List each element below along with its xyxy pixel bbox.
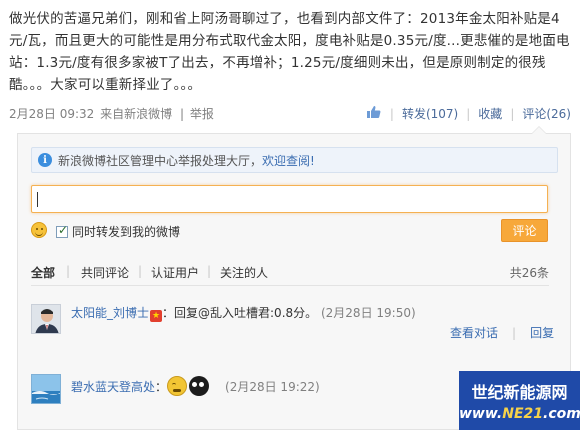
filter-divider: | — [66, 264, 71, 278]
view-thread-link[interactable]: 查看对话 — [450, 326, 498, 340]
post-meta-left: 2月28日 09:32 来自新浪微博 | 举报 — [9, 105, 214, 122]
commenter-name[interactable]: 碧水蓝天登高处 — [71, 378, 155, 395]
favorite-link[interactable]: 收藏 — [478, 105, 502, 122]
like-thumb-icon[interactable] — [366, 105, 382, 122]
info-icon: i — [38, 153, 52, 167]
meta-separator: | — [179, 107, 185, 121]
filter-divider: | — [207, 264, 212, 278]
comment-text: ：回复@乱入吐槽君:0.8分。 — [162, 306, 318, 320]
comment-item: 碧水蓝天登高处 ： (2月28日 19:22) — [71, 376, 320, 396]
text-caret — [37, 192, 38, 207]
action-divider: | — [389, 106, 394, 121]
post-meta-row: 2月28日 09:32 来自新浪微博 | 举报 | 转发(107) | 收藏 |… — [9, 105, 571, 123]
black-face-emoticon — [189, 376, 210, 396]
comment-filter-row: 全部 | 共同评论 | 认证用户 | 关注的人 共26条 — [31, 264, 549, 282]
comment-link[interactable]: 评论(26) — [522, 105, 571, 122]
comment-time: (2月28日 19:22) — [225, 379, 320, 394]
repost-link[interactable]: 转发(107) — [402, 105, 458, 122]
comment-total: 共26条 — [509, 266, 549, 280]
crying-emoticon — [167, 376, 188, 396]
watermark-title: 世纪新能源网 — [471, 383, 568, 402]
also-repost-checkbox[interactable] — [56, 223, 68, 238]
action-divider: | — [510, 106, 515, 121]
avatar[interactable] — [31, 304, 61, 334]
comment-time: (2月28日 19:50) — [320, 306, 416, 320]
filter-divider: | — [138, 264, 143, 278]
commenter-name[interactable]: 太阳能_刘博士 — [71, 306, 149, 320]
post-time[interactable]: 2月28日 09:32 — [9, 107, 94, 121]
post-source[interactable]: 来自新浪微博 — [100, 107, 172, 121]
smiley-icon[interactable] — [31, 222, 47, 238]
site-watermark: 世纪新能源网 www.NE21.com — [459, 371, 580, 430]
submit-comment-button[interactable]: 评论 — [501, 219, 548, 242]
post-actions: | 转发(107) | 收藏 | 评论(26) — [366, 105, 571, 122]
comment-item: 太阳能_刘博士 ★ ：回复@乱入吐槽君:0.8分。 (2月28日 19:50) — [71, 304, 416, 322]
verified-star-icon: ★ — [150, 310, 163, 322]
filter-following[interactable]: 关注的人 — [220, 264, 268, 281]
filter-mutual[interactable]: 共同评论 — [81, 264, 129, 281]
notice-text: 新浪微博社区管理中心举报处理大厅， — [58, 153, 263, 168]
also-repost-label: 同时转发到我的微博 — [72, 225, 181, 239]
comment-input[interactable] — [31, 185, 548, 213]
filter-divider-line — [31, 285, 549, 286]
panel-pointer — [531, 126, 547, 134]
report-hall-notice: i 新浪微博社区管理中心举报处理大厅， 欢迎查阅! — [31, 147, 558, 173]
also-repost-option[interactable]: 同时转发到我的微博 — [56, 223, 180, 240]
notice-link[interactable]: 欢迎查阅! — [262, 152, 315, 169]
filter-verified[interactable]: 认证用户 — [151, 264, 199, 281]
reply-link[interactable]: 回复 — [530, 326, 554, 340]
watermark-url: www.NE21.com — [459, 406, 580, 422]
comment-text: ： — [155, 379, 168, 394]
action-divider: | — [466, 106, 471, 121]
avatar[interactable] — [31, 374, 61, 404]
action-divider: | — [512, 326, 517, 340]
filter-all[interactable]: 全部 — [31, 264, 55, 281]
post-text: 做光伏的苦逼兄弟们，刚和省上阿汤哥聊过了，也看到内部文件了：2013年金太阳补贴… — [9, 11, 570, 93]
report-link[interactable]: 举报 — [190, 107, 214, 121]
comment-actions: 查看对话 | 回复 — [450, 324, 554, 341]
